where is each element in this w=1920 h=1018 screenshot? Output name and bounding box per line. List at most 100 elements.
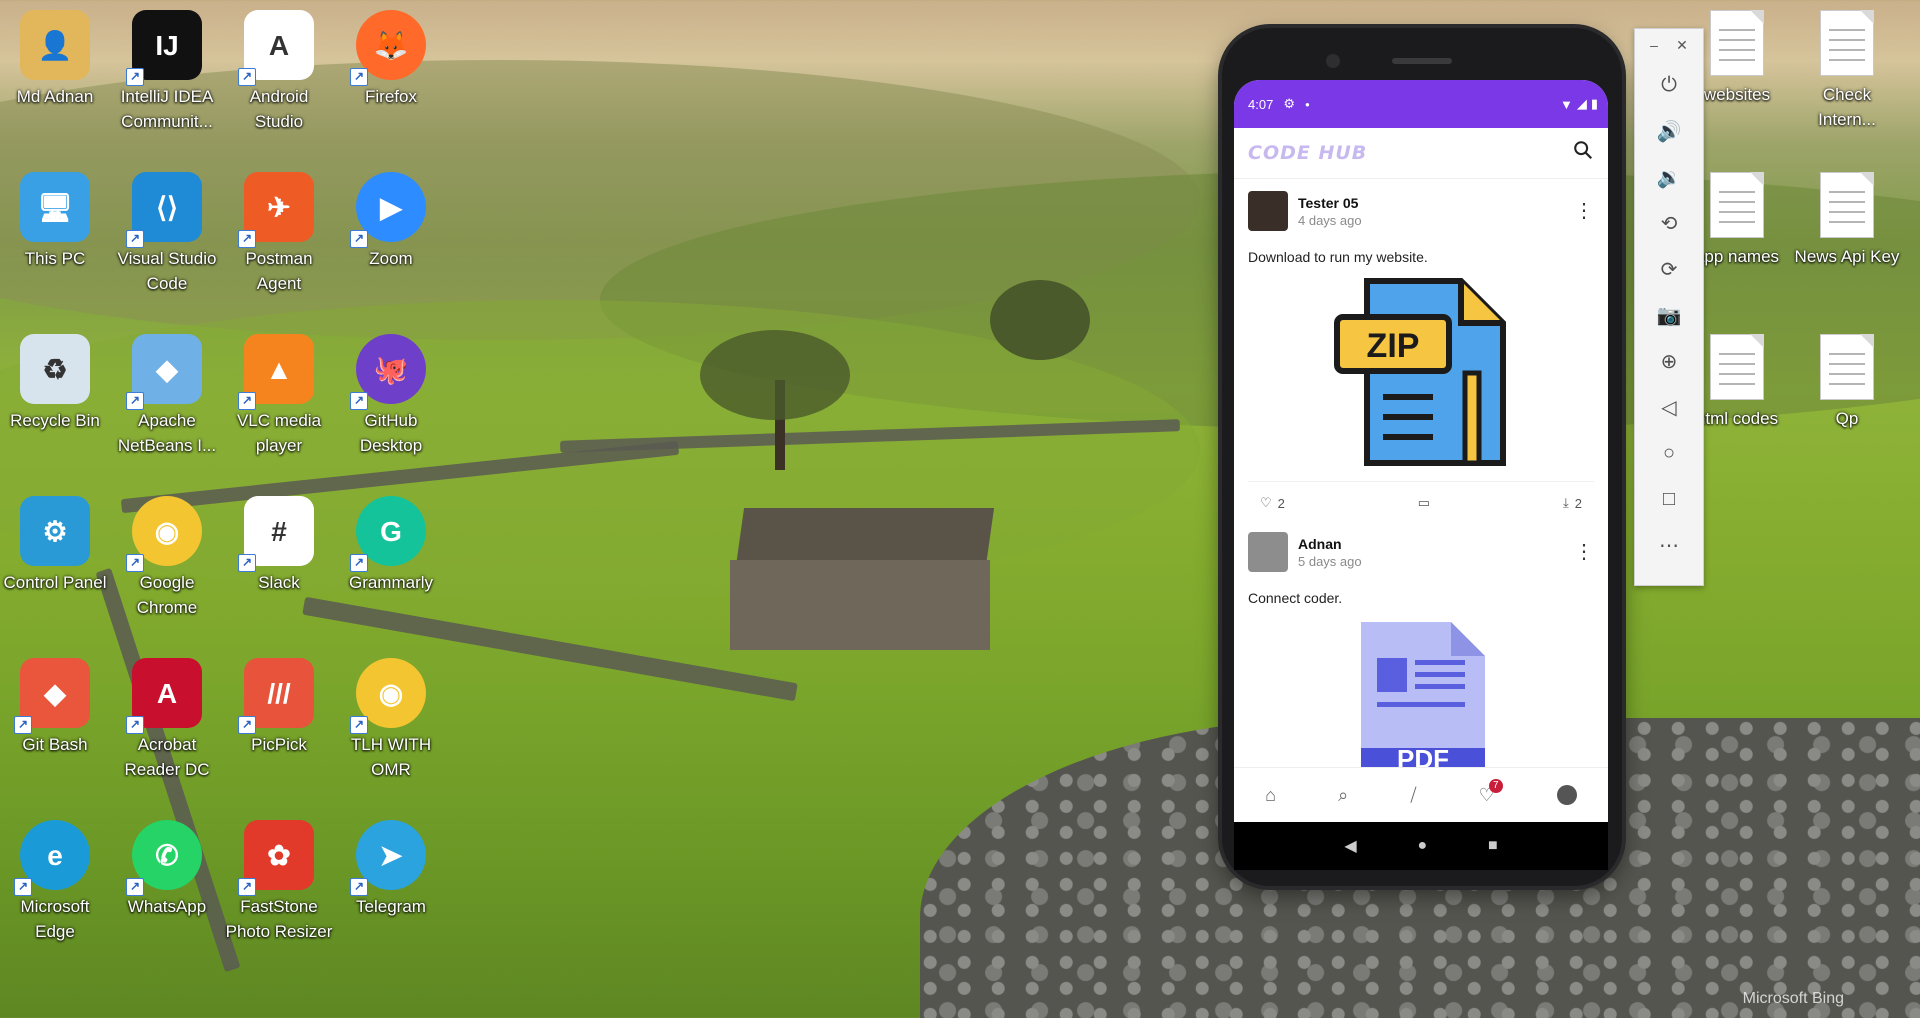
desktop-icon[interactable]: IJ ↗ IntelliJ IDEA Communit... [112, 10, 222, 134]
zoom-icon[interactable]: ⊕ [1635, 338, 1703, 384]
home-icon[interactable]: ⌂ [1265, 785, 1276, 806]
home-icon[interactable]: ● [1417, 837, 1427, 855]
close-icon[interactable]: ✕ [1676, 37, 1688, 54]
desktop-icon[interactable]: ✿ ↗ FastStone Photo Resizer [224, 820, 334, 944]
more-options-icon[interactable]: ⋮ [1574, 201, 1594, 221]
desktop-icon[interactable]: ✈ ↗ Postman Agent [224, 172, 334, 296]
post-text: Connect coder. [1248, 590, 1343, 606]
more-options-icon[interactable]: ⋮ [1574, 542, 1594, 562]
shortcut-arrow-icon: ↗ [350, 716, 368, 734]
earpiece-speaker [1392, 58, 1452, 64]
overview-icon[interactable]: □ [1635, 476, 1703, 522]
desktop-icon[interactable]: ◆ ↗ Apache NetBeans I... [112, 334, 222, 458]
desktop-icon[interactable]: # ↗ Slack [224, 496, 334, 595]
shortcut-arrow-icon: ↗ [126, 716, 144, 734]
overview-icon[interactable]: ■ [1488, 837, 1498, 855]
volume-up-icon[interactable]: 🔊 [1635, 108, 1703, 154]
desktop-icon[interactable]: ⟨⟩ ↗ Visual Studio Code [112, 172, 222, 296]
wifi-icon: ▼ [1559, 96, 1573, 112]
rotate-left-icon[interactable]: ⟲ [1635, 200, 1703, 246]
status-time: 4:07 [1248, 96, 1274, 112]
shortcut-arrow-icon: ↗ [350, 878, 368, 896]
desktop-icon[interactable]: ♻ Recycle Bin [0, 334, 110, 433]
desktop-file-icon[interactable]: Qp [1792, 334, 1902, 431]
avatar[interactable] [1248, 191, 1288, 231]
rotate-right-icon[interactable]: ⟳ [1635, 246, 1703, 292]
shortcut-arrow-icon: ↗ [238, 554, 256, 572]
volume-down-icon[interactable]: 🔉 [1635, 154, 1703, 200]
app-logo: CODE HUB [1248, 142, 1368, 164]
search-icon[interactable] [1572, 139, 1594, 167]
notifications-heart-icon[interactable]: ♡ 7 [1479, 778, 1503, 806]
app-icon: ✈ ↗ [238, 172, 314, 248]
post-author[interactable]: Tester 05 [1298, 195, 1362, 211]
desktop-icon[interactable]: e ↗ Microsoft Edge [0, 820, 110, 944]
desktop-icon[interactable]: ◉ ↗ Google Chrome [112, 496, 222, 620]
desktop-icon[interactable]: ✆ ↗ WhatsApp [112, 820, 222, 919]
desktop-file-icon[interactable]: News Api Key [1792, 172, 1902, 269]
desktop-icon-label: FastStone Photo Resizer [225, 897, 333, 941]
heart-icon: ♡ [1260, 495, 1272, 510]
desktop-icon[interactable]: ///↗ PicPick [224, 658, 334, 757]
minimize-icon[interactable]: – [1650, 37, 1658, 54]
app-icon: 👤 [20, 10, 90, 80]
shortcut-arrow-icon: ↗ [238, 68, 256, 86]
post-author[interactable]: Adnan [1298, 536, 1362, 552]
download-count: 2 [1574, 495, 1582, 511]
desktop-icon[interactable]: ➤ ↗ Telegram [336, 820, 446, 919]
desktop-icon[interactable]: ▶ ↗ Zoom [336, 172, 446, 271]
desktop-icon[interactable]: A ↗ Android Studio [224, 10, 334, 134]
notification-badge: 7 [1488, 778, 1503, 793]
desktop-icon-label: Slack [258, 573, 300, 592]
desktop-icon-label: Visual Studio Code [117, 249, 217, 293]
like-button[interactable]: ♡ 2 [1260, 495, 1285, 511]
profile-avatar-icon[interactable] [1556, 785, 1577, 805]
desktop-icon[interactable]: 🖥 This PC [0, 172, 110, 271]
text-document-icon [1710, 10, 1764, 76]
desktop-icon[interactable]: A ↗ Acrobat Reader DC [112, 658, 222, 782]
back-icon[interactable]: ◀ [1344, 836, 1356, 856]
app-icon: A ↗ [126, 658, 202, 734]
text-document-icon [1710, 172, 1764, 238]
shortcut-arrow-icon: ↗ [238, 392, 256, 410]
desktop-icon[interactable]: 🦊 ↗ Firefox [336, 10, 446, 109]
device-screen[interactable]: 4:07 ⚙ ● ▼ ◢ ▮ CODE HUB Tester 05 4 days… [1234, 80, 1608, 870]
desktop-file-icon[interactable]: Check Intern... [1792, 10, 1902, 132]
desktop-icon[interactable]: G ↗ Grammarly [336, 496, 446, 595]
android-emulator-device: 4:07 ⚙ ● ▼ ◢ ▮ CODE HUB Tester 05 4 days… [1222, 28, 1622, 886]
camera-icon[interactable]: 📷 [1635, 292, 1703, 338]
desktop-icon[interactable]: 🐙 ↗ GitHub Desktop [336, 334, 446, 458]
desktop-icon[interactable]: ⚙ Control Panel [0, 496, 110, 595]
pdf-label: PDF [1397, 744, 1449, 768]
app-icon: ▶ ↗ [350, 172, 426, 248]
desktop-icon-label: News Api Key [1794, 247, 1900, 266]
power-icon[interactable]: ⏻ [1635, 62, 1703, 108]
shortcut-arrow-icon: ↗ [14, 716, 32, 734]
desktop-icon[interactable]: ◉ ↗ TLH WITH OMR [336, 658, 446, 782]
comment-button[interactable]: ▭ [1418, 495, 1430, 511]
more-icon[interactable]: ⋯ [1635, 522, 1703, 568]
desktop-icon[interactable]: 👤 Md Adnan [0, 10, 110, 109]
home-icon[interactable]: ○ [1635, 430, 1703, 476]
desktop-icon[interactable]: ◆ ↗ Git Bash [0, 658, 110, 757]
bing-watermark: Microsoft Bing [1742, 990, 1844, 1007]
zip-label: ZIP [1367, 327, 1420, 365]
app-icon: 🐙 ↗ [350, 334, 426, 410]
code-off-icon[interactable]: ⧸ [1410, 785, 1416, 806]
shortcut-arrow-icon: ↗ [238, 716, 256, 734]
post-card[interactable]: Tester 05 4 days ago ⋮ Download to run m… [1234, 179, 1608, 524]
battery-icon: ▮ [1590, 96, 1598, 111]
avatar[interactable] [1248, 532, 1288, 572]
like-count: 2 [1277, 495, 1285, 511]
app-icon: ✆ ↗ [126, 820, 202, 896]
shortcut-arrow-icon: ↗ [350, 392, 368, 410]
search-icon[interactable]: ⌕ [1338, 785, 1348, 806]
download-button[interactable]: ⤓ 2 [1563, 495, 1582, 511]
signal-icon: ◢ [1576, 96, 1587, 111]
zip-file-image[interactable]: ZIP [1248, 277, 1594, 477]
back-icon[interactable]: ◁ [1635, 384, 1703, 430]
desktop-icon[interactable]: ▲ ↗ VLC media player [224, 334, 334, 458]
text-document-icon [1820, 10, 1874, 76]
desktop-icon-label: Recycle Bin [10, 411, 100, 430]
app-icon: ◆ ↗ [14, 658, 90, 734]
